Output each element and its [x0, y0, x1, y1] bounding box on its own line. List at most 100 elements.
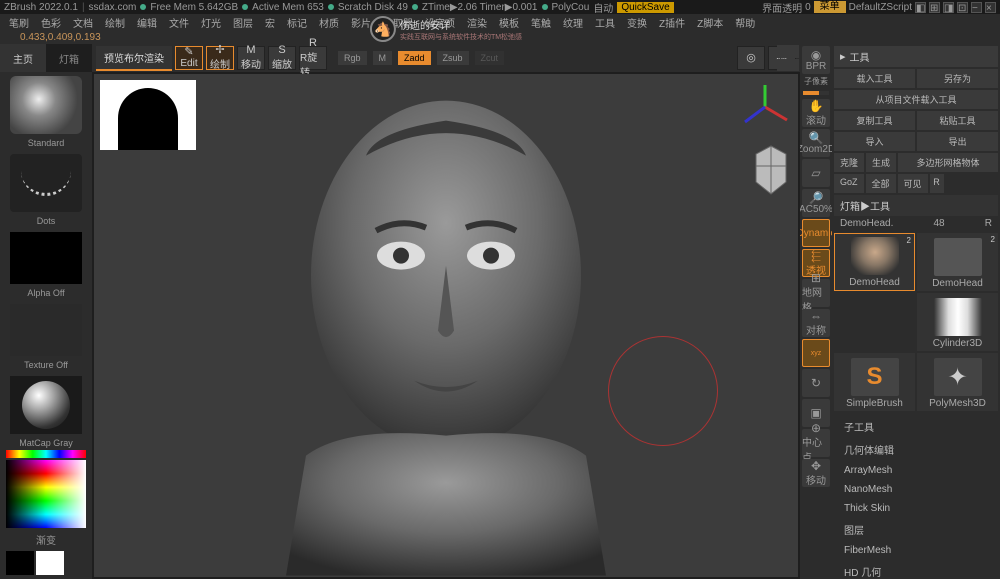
r-button[interactable]: R — [985, 218, 992, 229]
axis-gizmo-icon[interactable] — [740, 82, 790, 132]
menu-item[interactable]: 帮助 — [730, 15, 760, 30]
tab-lightbox[interactable]: 灯箱 — [46, 44, 92, 72]
menu-item[interactable]: 宏 — [260, 15, 280, 30]
menu-item[interactable]: 文档 — [68, 15, 98, 30]
ui-icon[interactable]: ⊡ — [957, 2, 968, 13]
tool-item-simplebrush[interactable]: SSimpleBrush — [834, 353, 915, 411]
subpanel-item[interactable]: 几何体编辑 — [834, 438, 998, 461]
tool-item-cylinder[interactable]: Cylinder3D — [917, 293, 998, 351]
material-thumbnail[interactable] — [10, 376, 82, 434]
minimize-icon[interactable]: − — [971, 2, 982, 13]
stroke-thumbnail[interactable] — [10, 154, 82, 212]
symmetry-button[interactable]: ⇔对称 — [802, 309, 830, 337]
menu-item[interactable]: 工具 — [590, 15, 620, 30]
refresh-button[interactable]: ↻ — [802, 369, 830, 397]
site-link[interactable]: ssdax.com — [89, 2, 137, 13]
texture-thumbnail[interactable] — [10, 304, 82, 356]
menu-item[interactable]: 图层 — [228, 15, 258, 30]
menu-item[interactable]: 文件 — [164, 15, 194, 30]
default-zscript[interactable]: DefaultZScript — [849, 2, 912, 13]
tab-preview-render[interactable]: 预览布尔渲染 — [96, 46, 172, 71]
viewport[interactable] — [94, 74, 798, 577]
zsub-button[interactable]: Zsub — [437, 51, 469, 65]
head-planes-icon[interactable] — [748, 142, 794, 198]
panel-toggle[interactable] — [777, 59, 799, 72]
menu-item[interactable]: 材质 — [314, 15, 344, 30]
dynamic-button[interactable]: Dynamic — [802, 219, 830, 247]
zcut-button[interactable]: Zcut — [475, 51, 505, 65]
ui-icon[interactable]: ◧ — [915, 2, 926, 13]
reference-image[interactable] — [100, 80, 196, 150]
goz-visible-button[interactable]: 可见 — [898, 174, 928, 193]
goz-r-button[interactable]: R — [930, 174, 944, 193]
menu-button[interactable]: 菜单 — [814, 1, 846, 13]
color-picker[interactable] — [6, 460, 86, 528]
move-view-button[interactable]: ✥移动 — [802, 459, 830, 487]
scale-mode-button[interactable]: S缩放 — [268, 46, 296, 70]
export-button[interactable]: 导出 — [917, 132, 998, 151]
bpr-button[interactable]: ◉BPR — [802, 46, 830, 74]
tool-item-demohead[interactable]: 2DemoHead — [834, 233, 915, 291]
ui-icon[interactable]: ◨ — [943, 2, 954, 13]
goz-all-button[interactable]: 全部 — [866, 174, 896, 193]
center-button[interactable]: ⊕中心点 — [802, 429, 830, 457]
subpanel-item[interactable]: 图层 — [834, 518, 998, 541]
alpha-thumbnail[interactable] — [10, 232, 82, 284]
rgb-button[interactable]: Rgb — [338, 51, 367, 65]
save-as-button[interactable]: 另存为 — [917, 69, 998, 88]
menu-item[interactable]: 笔刷 — [4, 15, 34, 30]
swatch-black[interactable] — [6, 551, 34, 575]
brush-thumbnail[interactable] — [10, 76, 82, 134]
menu-item[interactable]: 纹理 — [558, 15, 588, 30]
tool-item-polymesh[interactable]: ✦PolyMesh3D — [917, 353, 998, 411]
close-icon[interactable]: × — [985, 2, 996, 13]
menu-item[interactable]: 灯光 — [196, 15, 226, 30]
edit-mode-button[interactable]: ✎Edit — [175, 46, 203, 70]
subpanel-item[interactable]: HD 几何 — [834, 560, 998, 579]
menu-item[interactable]: 标记 — [282, 15, 312, 30]
copy-tool-button[interactable]: 复制工具 — [834, 111, 915, 130]
draw-mode-button[interactable]: ✢绘制 — [206, 46, 234, 70]
goz-button[interactable]: GoZ — [834, 174, 864, 193]
tool-panel-header[interactable]: ▸ 工具 — [834, 46, 998, 67]
tab-home[interactable]: 主页 — [0, 44, 46, 72]
zoom2d-button[interactable]: 🔍Zoom2D — [802, 129, 830, 157]
gyro-icon[interactable]: ◎ — [737, 46, 765, 70]
ui-icon[interactable]: ⊞ — [929, 2, 940, 13]
panel-toggle[interactable] — [777, 45, 799, 58]
subpanel-item[interactable]: 子工具 — [834, 415, 998, 438]
menu-item[interactable]: 编辑 — [132, 15, 162, 30]
scroll-button[interactable]: ✋滚动 — [802, 99, 830, 127]
load-tool-button[interactable]: 载入工具 — [834, 69, 915, 88]
subpanel-item[interactable]: FiberMesh — [834, 541, 998, 560]
menu-item[interactable]: 色彩 — [36, 15, 66, 30]
generate-button[interactable]: 生成 — [866, 153, 896, 172]
hue-strip[interactable] — [6, 450, 86, 458]
rotate-mode-button[interactable]: RR旋转 — [299, 46, 327, 70]
menu-item[interactable]: 绘制 — [100, 15, 130, 30]
subpanel-item[interactable]: Thick Skin — [834, 499, 998, 518]
load-from-project-button[interactable]: 从项目文件载入工具 — [834, 90, 998, 109]
tool-item-demohead-2[interactable]: 2DemoHead — [917, 233, 998, 291]
quicksave-button[interactable]: QuickSave — [617, 2, 673, 13]
menu-item[interactable]: Z插件 — [654, 15, 690, 30]
menu-item[interactable]: 变换 — [622, 15, 652, 30]
fit-button[interactable]: ▱ — [802, 159, 830, 187]
menu-item[interactable]: 笔触 — [526, 15, 556, 30]
lightbox-tools-label[interactable]: 灯箱▶工具 — [834, 195, 998, 216]
swatch-white[interactable] — [36, 551, 64, 575]
clone-button[interactable]: 克隆 — [834, 153, 864, 172]
paste-tool-button[interactable]: 粘贴工具 — [917, 111, 998, 130]
m-button[interactable]: M — [373, 51, 393, 65]
floor-button[interactable]: ⊞地网格 — [802, 279, 830, 307]
menu-item[interactable]: Z脚本 — [692, 15, 728, 30]
gradient-label[interactable]: 渐变 — [0, 532, 92, 547]
xyz-button[interactable]: xyz — [802, 339, 830, 367]
subpixel-slider[interactable] — [803, 91, 829, 95]
move-mode-button[interactable]: M移动 — [237, 46, 265, 70]
import-button[interactable]: 导入 — [834, 132, 915, 151]
subpanel-item[interactable]: NanoMesh — [834, 480, 998, 499]
subpanel-item[interactable]: ArrayMesh — [834, 461, 998, 480]
make-polymesh-button[interactable]: 多边形网格物体 — [898, 153, 998, 172]
opacity-value[interactable]: 0 — [805, 2, 811, 13]
